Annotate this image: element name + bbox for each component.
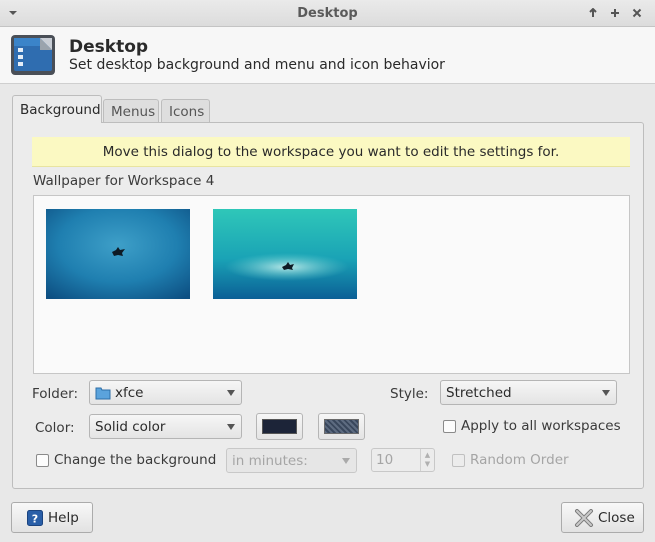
secondary-color-swatch <box>324 419 359 434</box>
folder-icon <box>95 386 111 400</box>
wallpaper-thumbnail[interactable] <box>46 209 190 299</box>
spin-arrows-icon[interactable]: ▲ ▼ <box>420 449 434 471</box>
svg-text:?: ? <box>32 512 38 525</box>
color-style-combobox[interactable]: Solid color <box>89 414 242 439</box>
title-bar: Desktop <box>0 0 655 27</box>
close-icon <box>574 508 594 527</box>
wallpaper-list[interactable] <box>33 195 630 374</box>
change-background-checkbox[interactable] <box>36 454 49 467</box>
tab-background-label: Background <box>20 101 101 118</box>
primary-color-button[interactable] <box>256 413 303 440</box>
header-title: Desktop <box>69 37 149 57</box>
header-subtitle: Set desktop background and menu and icon… <box>69 57 445 73</box>
random-order-label[interactable]: Random Order <box>470 452 569 468</box>
random-order-checkbox[interactable] <box>452 454 465 467</box>
dialog-header: Desktop Set desktop background and menu … <box>0 27 655 84</box>
background-tab-panel: Move this dialog to the workspace you wa… <box>12 122 644 489</box>
color-label: Color: <box>35 420 75 436</box>
primary-color-swatch <box>262 419 297 434</box>
chevron-down-icon <box>342 458 350 464</box>
info-message: Move this dialog to the workspace you wa… <box>102 143 560 160</box>
style-label: Style: <box>390 386 429 402</box>
change-background-label[interactable]: Change the background <box>54 452 216 468</box>
help-icon: ? <box>27 509 43 526</box>
chevron-down-icon <box>227 424 235 430</box>
minimize-icon[interactable] <box>584 4 602 22</box>
close-button[interactable]: Close <box>561 502 644 533</box>
interval-spinbutton[interactable]: 10 ▲ ▼ <box>371 448 435 472</box>
apply-all-label[interactable]: Apply to all workspaces <box>461 418 621 434</box>
desktop-settings-icon <box>10 34 56 76</box>
tab-menus-label: Menus <box>111 103 156 120</box>
help-button[interactable]: ? Help <box>11 502 93 533</box>
close-icon[interactable] <box>628 4 646 22</box>
interval-combobox[interactable]: in minutes: <box>226 448 357 473</box>
window-title: Desktop <box>297 6 358 21</box>
apply-all-checkbox[interactable] <box>443 420 456 433</box>
tab-icons-label: Icons <box>169 103 205 120</box>
style-combobox[interactable]: Stretched <box>440 380 617 405</box>
tab-menus[interactable]: Menus <box>103 99 159 123</box>
folder-combobox[interactable]: xfce <box>89 380 242 405</box>
wallpaper-thumbnail[interactable] <box>213 209 357 299</box>
chevron-down-icon <box>602 390 610 396</box>
secondary-color-button[interactable] <box>318 413 365 440</box>
folder-value: xfce <box>115 384 144 401</box>
interval-amount: 10 <box>376 452 394 468</box>
chevron-down-icon <box>227 390 235 396</box>
close-label: Close <box>598 509 635 526</box>
help-label: Help <box>48 509 79 526</box>
info-bar: Move this dialog to the workspace you wa… <box>32 137 630 167</box>
folder-label: Folder: <box>32 386 79 402</box>
color-style-value: Solid color <box>95 418 166 435</box>
maximize-icon[interactable] <box>606 4 624 22</box>
tab-background[interactable]: Background <box>12 95 102 123</box>
wallpaper-label: Wallpaper for Workspace 4 <box>33 173 215 189</box>
tab-icons[interactable]: Icons <box>161 99 210 123</box>
style-value: Stretched <box>446 384 512 401</box>
interval-value: in minutes: <box>232 452 308 469</box>
